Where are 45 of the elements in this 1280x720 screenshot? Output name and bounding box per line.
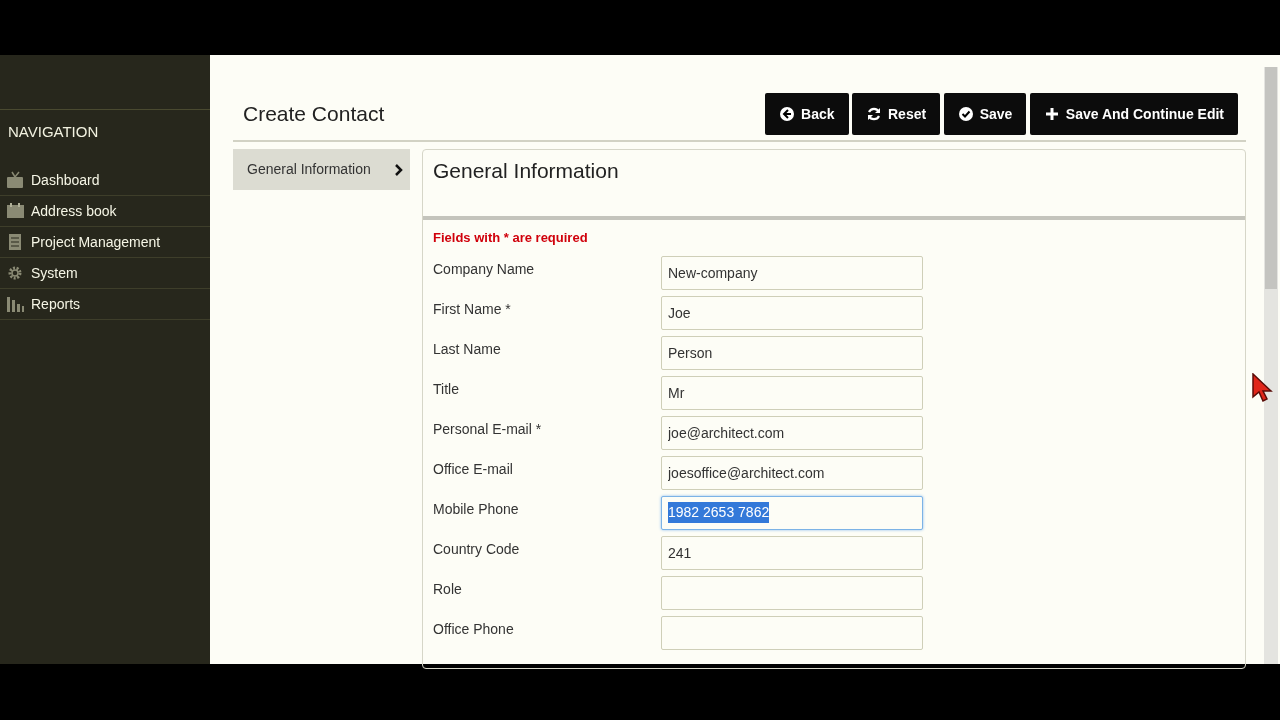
plus-icon bbox=[1043, 106, 1060, 122]
toolbar-button[interactable]: Reset bbox=[852, 93, 941, 135]
field-label: First Name * bbox=[433, 299, 512, 319]
field-label: Personal E-mail * bbox=[433, 419, 543, 439]
field-label: Role bbox=[433, 579, 463, 599]
form-title: General Information bbox=[433, 158, 620, 184]
input-field[interactable]: New-company bbox=[661, 255, 923, 290]
required-note: Fields with * are required bbox=[432, 229, 589, 247]
field-label: Mobile Phone bbox=[433, 499, 520, 519]
nav-item[interactable]: System bbox=[0, 258, 210, 289]
nav-item[interactable]: Dashboard bbox=[0, 165, 210, 196]
tv-icon bbox=[6, 171, 25, 189]
toolbar-button[interactable]: Back bbox=[765, 93, 849, 135]
input-field[interactable]: joesoffice@architect.com bbox=[661, 455, 923, 490]
navigation-heading: NAVIGATION bbox=[7, 122, 100, 142]
scrollbar-thumb[interactable] bbox=[1265, 67, 1277, 289]
nav-item[interactable]: Address book bbox=[0, 196, 210, 227]
scrollbar[interactable] bbox=[1264, 67, 1278, 664]
section-tab[interactable]: General Information bbox=[233, 149, 410, 190]
field-label: Company Name bbox=[433, 259, 536, 279]
page-title: Create Contact bbox=[243, 101, 385, 127]
input-field[interactable] bbox=[661, 615, 923, 650]
input-field[interactable]: Mr bbox=[661, 375, 923, 410]
back-arrow-icon bbox=[779, 106, 796, 122]
mouse-pointer-icon bbox=[1252, 373, 1274, 403]
field-label: Last Name bbox=[433, 339, 502, 359]
input-field[interactable]: joe@architect.com bbox=[661, 415, 923, 450]
toolbar-button[interactable]: Save And Continue Edit bbox=[1029, 93, 1238, 135]
input-field[interactable] bbox=[661, 575, 923, 610]
field-label: Country Code bbox=[433, 539, 521, 559]
nav-item[interactable]: Project Management bbox=[0, 227, 210, 258]
input-field[interactable]: Person bbox=[661, 335, 923, 370]
field-label: Title bbox=[433, 379, 460, 399]
bar-chart-icon bbox=[6, 295, 25, 313]
field-label: Office E-mail bbox=[433, 459, 514, 479]
input-field[interactable]: Joe bbox=[661, 295, 923, 330]
chevron-right-icon bbox=[394, 163, 404, 176]
toolbar-button[interactable]: Save bbox=[943, 93, 1027, 135]
check-icon bbox=[957, 106, 974, 122]
nav-item[interactable]: Reports bbox=[0, 289, 210, 320]
input-field[interactable]: 241 bbox=[661, 535, 923, 570]
refresh-icon bbox=[866, 106, 882, 122]
field-label: Office Phone bbox=[433, 619, 515, 639]
input-field[interactable]: 1982 2653 7862 bbox=[661, 495, 923, 530]
calendar-icon bbox=[6, 202, 25, 220]
